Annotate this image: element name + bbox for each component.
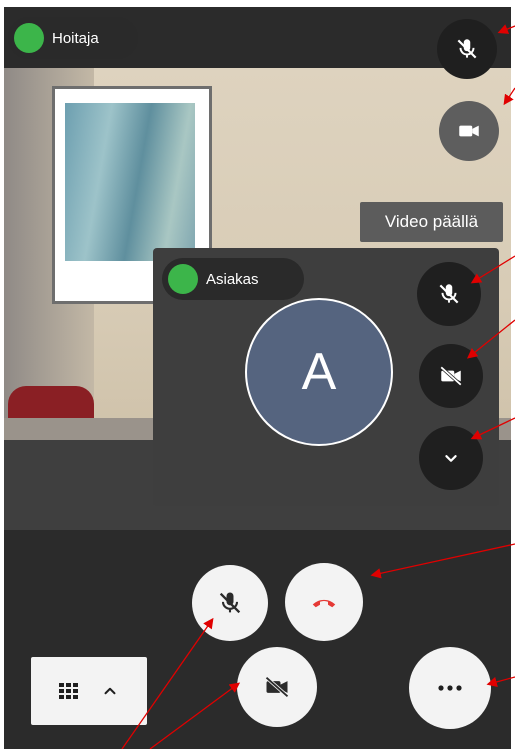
mic-off-icon [219,592,241,614]
more-options-button[interactable] [409,647,491,729]
more-horizontal-icon [438,685,462,691]
self-camera-button[interactable] [419,344,483,408]
self-name-badge: Asiakas [162,258,304,300]
remote-camera-button[interactable] [439,101,499,161]
video-off-icon [440,366,462,386]
chevron-down-icon [445,455,457,462]
avatar: A [245,298,393,446]
status-dot [14,23,44,53]
self-expand-button[interactable] [419,426,483,490]
self-view-panel: Asiakas A [153,248,499,506]
toolbar-camera-button[interactable] [237,647,317,727]
remote-name: Hoitaja [52,29,99,47]
self-name: Asiakas [206,270,259,288]
self-mute-button[interactable] [417,262,481,326]
mic-off-icon [439,284,459,304]
chevron-up-icon [104,687,116,695]
mic-off-icon [457,39,477,59]
video-camera-icon [459,125,479,137]
call-stage: Hoitaja Video päällä Asiakas A [4,7,511,749]
hangup-button[interactable] [285,563,363,641]
toolbar-mute-button[interactable] [192,565,268,641]
remote-name-badge: Hoitaja [8,17,138,59]
phone-hangup-icon [312,599,336,608]
video-off-icon [265,676,289,698]
grid-icon [59,683,78,699]
layout-toggle[interactable] [31,657,147,725]
status-dot [168,264,198,294]
camera-tooltip: Video päällä [360,202,503,242]
remote-mute-button[interactable] [437,19,497,79]
